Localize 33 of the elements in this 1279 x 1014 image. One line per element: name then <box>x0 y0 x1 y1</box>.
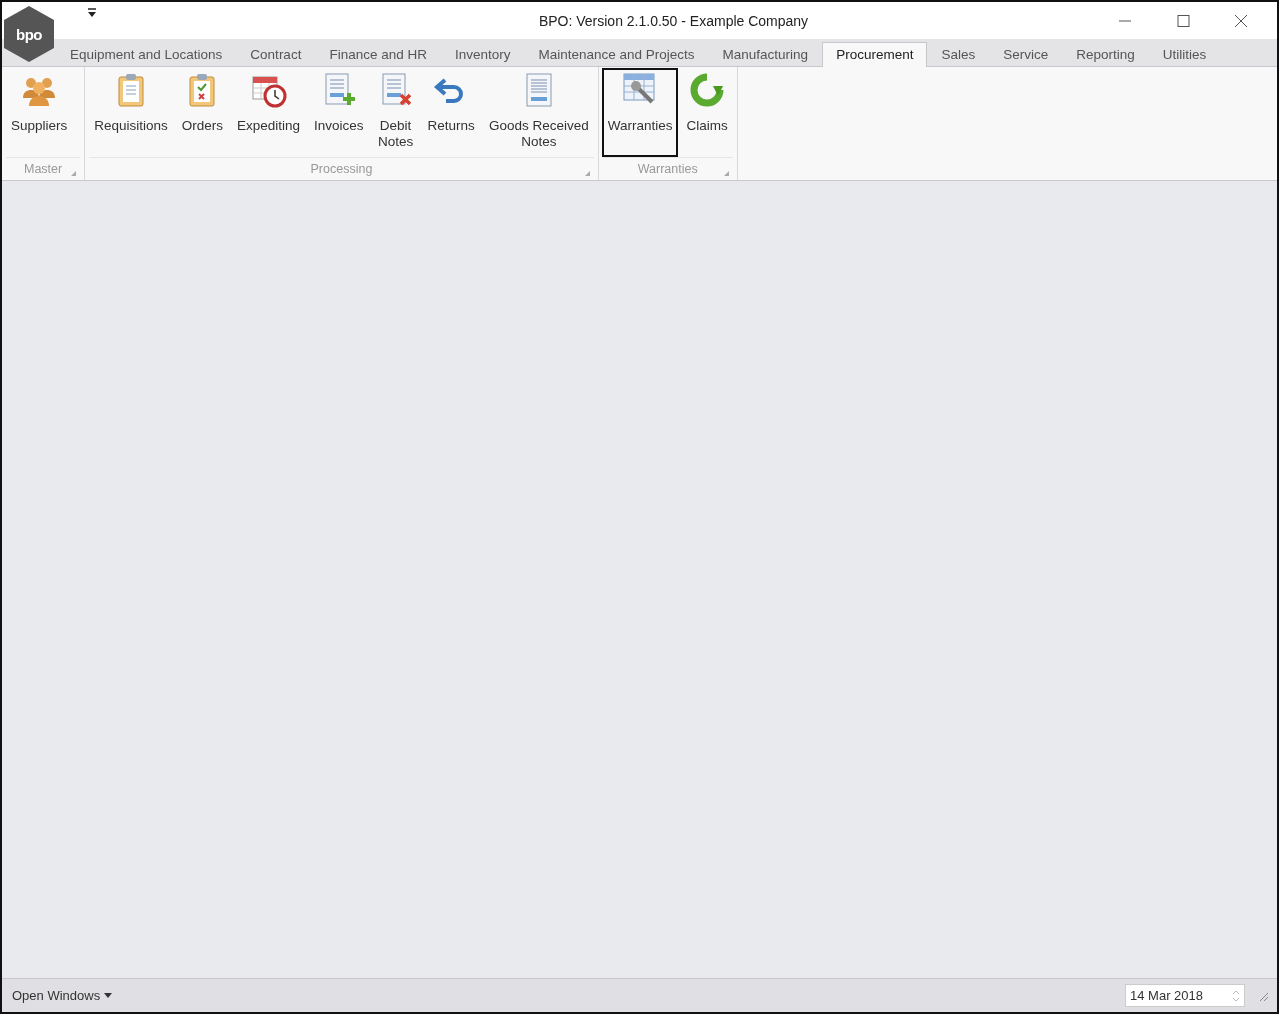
ribbon-button[interactable]: Suppliers <box>5 68 74 157</box>
window-title: BPO: Version 2.1.0.50 - Example Company <box>537 12 810 29</box>
ribbon-button[interactable]: Warranties <box>601 68 679 157</box>
ribbon-tab[interactable]: Reporting <box>1062 42 1149 67</box>
ribbon-button[interactable]: Goods Received Notes <box>482 68 595 157</box>
ribbon-tab[interactable]: Finance and HR <box>315 42 441 67</box>
ribbon-tab[interactable]: Procurement <box>822 42 928 67</box>
ribbon-tab[interactable]: Sales <box>927 42 990 67</box>
dialog-launcher-icon[interactable] <box>71 171 77 176</box>
refresh-icon <box>689 72 726 108</box>
ribbon-button[interactable]: Requisitions <box>88 68 174 157</box>
group-label: Master <box>24 162 63 176</box>
caret-icon <box>104 993 113 998</box>
ribbon-tab[interactable]: Contract <box>236 42 316 67</box>
ribbon-button[interactable]: Returns <box>421 68 481 157</box>
ribbon-tab[interactable]: Manufacturing <box>708 42 823 67</box>
ribbon-button[interactable]: Expediting <box>231 68 307 157</box>
dropdown-arrow-icon[interactable] <box>86 7 98 18</box>
group-label: Processing <box>310 162 373 176</box>
date-field[interactable]: 14 Mar 2018 <box>1125 984 1245 1007</box>
dialog-launcher-icon[interactable] <box>584 171 590 176</box>
ribbon-tab[interactable]: Service <box>989 42 1063 67</box>
ribbon-button[interactable]: Orders <box>175 68 229 157</box>
ribbon-button[interactable]: Invoices <box>308 68 370 157</box>
group-label: Warranties <box>637 162 698 176</box>
ribbon-tab[interactable]: Inventory <box>440 42 525 67</box>
ribbon-button[interactable]: Debit Notes <box>371 68 420 157</box>
dialog-launcher-icon[interactable] <box>723 171 729 176</box>
ribbon-tab[interactable]: Maintenance and Projects <box>524 42 709 67</box>
ribbon-tab[interactable]: Utilities <box>1148 42 1221 67</box>
ribbon-button[interactable]: Claims <box>680 68 734 157</box>
ribbon-tab[interactable]: Equipment and Locations <box>56 42 237 67</box>
open-windows-menu[interactable]: Open Windows <box>10 986 115 1005</box>
